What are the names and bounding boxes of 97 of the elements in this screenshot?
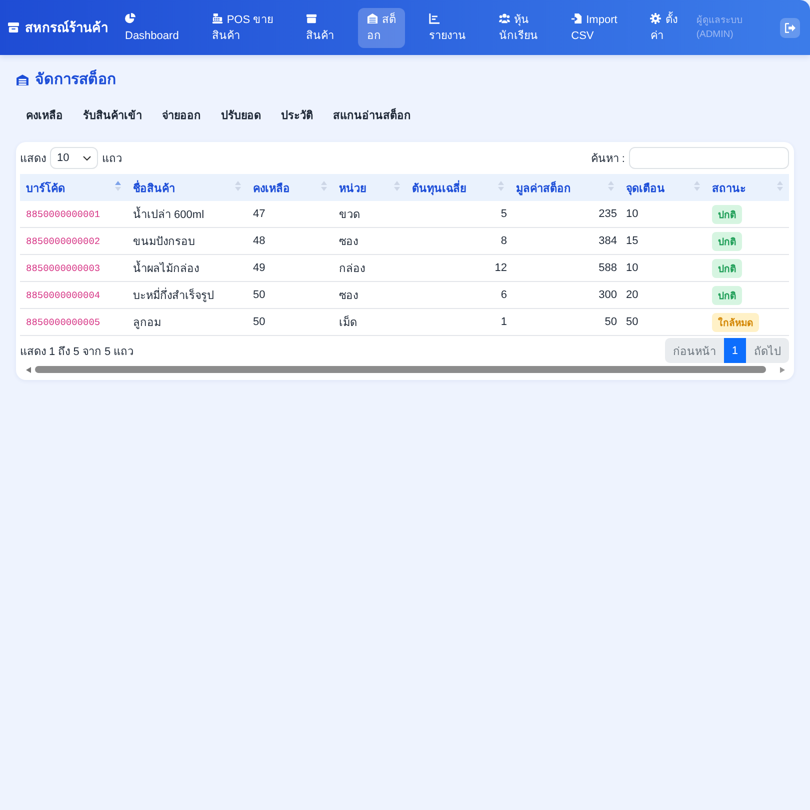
barcode-cell: 8850000000005 bbox=[20, 308, 127, 336]
table-cell: 10 bbox=[620, 201, 706, 228]
table-cell: เม็ด bbox=[333, 308, 406, 336]
page-size-select[interactable]: 10 bbox=[50, 147, 98, 169]
stock-tab[interactable]: รับสินค้าเข้า bbox=[73, 104, 152, 128]
page-title: จัดการสต็อก bbox=[35, 69, 116, 90]
box-icon bbox=[306, 12, 318, 24]
table-cell: ซอง bbox=[333, 228, 406, 254]
scrollbar-thumb[interactable] bbox=[35, 366, 766, 373]
table-cell: ลูกอม bbox=[127, 308, 247, 336]
stock-tab[interactable]: ประวัติ bbox=[271, 104, 323, 128]
warehouse-icon bbox=[367, 12, 378, 24]
table-cell: ซอง bbox=[333, 282, 406, 308]
pagination-button[interactable]: 1 bbox=[724, 338, 746, 363]
stock-tab[interactable]: สแกนอ่านสต็อก bbox=[323, 104, 421, 128]
search-field[interactable] bbox=[629, 147, 789, 169]
table-cell: 5 bbox=[406, 201, 510, 228]
cash-register-icon bbox=[212, 12, 223, 24]
sort-icon[interactable] bbox=[608, 180, 614, 190]
table-cell: ขวด bbox=[333, 201, 406, 228]
status-badge: ปกติ bbox=[712, 204, 742, 224]
search-label: ค้นหา : bbox=[590, 152, 625, 167]
chevron-down-icon bbox=[83, 156, 91, 160]
table-cell: 588 bbox=[510, 254, 620, 282]
column-header[interactable]: สถานะ bbox=[706, 174, 789, 201]
table-cell: 20 bbox=[620, 282, 706, 308]
scroll-left-icon[interactable] bbox=[26, 366, 31, 372]
column-header[interactable]: ต้นทุนเฉลี่ย bbox=[406, 174, 510, 201]
barcode-cell: 8850000000002 bbox=[20, 228, 127, 254]
sort-icon[interactable] bbox=[694, 180, 700, 190]
stock-tab[interactable]: ปรับยอด bbox=[211, 104, 271, 128]
archive-box-icon bbox=[8, 22, 19, 33]
table-cell: 12 bbox=[406, 254, 510, 282]
table-cell: 384 bbox=[510, 228, 620, 254]
table-cell: 300 bbox=[510, 282, 620, 308]
stock-tab[interactable]: คงเหลือ bbox=[16, 104, 73, 128]
nav-item[interactable]: สต็ อก bbox=[358, 8, 406, 48]
status-badge: ปกติ bbox=[712, 286, 742, 304]
table-cell: บะหมี่กึ่งสำเร็จรูป bbox=[127, 282, 247, 308]
sort-icon[interactable] bbox=[777, 180, 783, 190]
table-cell: 47 bbox=[247, 201, 333, 228]
length-label: แถว bbox=[102, 152, 122, 167]
users-icon bbox=[499, 12, 510, 24]
sort-icon[interactable] bbox=[321, 180, 327, 190]
pie-chart-icon bbox=[125, 12, 136, 24]
sort-icon[interactable] bbox=[115, 180, 121, 190]
column-header[interactable]: จุดเตือน bbox=[620, 174, 706, 201]
table-cell: น้ำผลไม้กล่อง bbox=[127, 254, 247, 282]
column-header[interactable]: คงเหลือ bbox=[247, 174, 333, 201]
table-cell: 50 bbox=[510, 308, 620, 336]
column-header[interactable]: มูลค่าสต็อก bbox=[510, 174, 620, 201]
nav-item[interactable]: ตั้ง ค่า bbox=[641, 8, 686, 48]
file-import-icon bbox=[571, 12, 582, 24]
barcode-cell: 8850000000001 bbox=[20, 201, 127, 228]
nav-item[interactable]: รายงาน bbox=[420, 8, 476, 48]
warehouse-icon bbox=[16, 74, 29, 86]
stock-tab[interactable]: จ่ายออก bbox=[152, 104, 211, 128]
logout-icon bbox=[784, 22, 796, 32]
table-cell: 50 bbox=[620, 308, 706, 336]
barcode-cell: 8850000000003 bbox=[20, 254, 127, 282]
table-cell: ขนมปังกรอบ bbox=[127, 228, 247, 254]
table-cell: น้ำเปล่า 600ml bbox=[127, 201, 247, 228]
status-badge: ปกติ bbox=[712, 258, 742, 278]
status-badge: ปกติ bbox=[712, 232, 742, 250]
logout-button[interactable] bbox=[780, 18, 800, 38]
sort-icon[interactable] bbox=[235, 180, 241, 190]
nav-item[interactable]: สินค้า bbox=[297, 8, 344, 48]
nav-item[interactable]: Import CSV bbox=[562, 8, 626, 48]
bar-chart-icon bbox=[429, 12, 440, 24]
gear-icon bbox=[650, 12, 662, 24]
brand-name: สหกรณ์ร้านค้า bbox=[25, 19, 108, 37]
scroll-right-icon[interactable] bbox=[780, 366, 785, 372]
table-cell: 49 bbox=[247, 254, 333, 282]
table-cell: 15 bbox=[620, 228, 706, 254]
column-header[interactable]: ชื่อสินค้า bbox=[127, 174, 247, 201]
brand-link[interactable]: สหกรณ์ร้านค้า bbox=[8, 17, 108, 38]
table-cell: 50 bbox=[247, 282, 333, 308]
nav-item[interactable]: POS ขาย สินค้า bbox=[202, 8, 282, 48]
table-cell: 8 bbox=[406, 228, 510, 254]
barcode-cell: 8850000000004 bbox=[20, 282, 127, 308]
table-cell: 1 bbox=[406, 308, 510, 336]
sort-icon[interactable] bbox=[394, 180, 400, 190]
table-cell: 48 bbox=[247, 228, 333, 254]
table-cell: กล่อง bbox=[333, 254, 406, 282]
nav-item[interactable]: Dashboard bbox=[116, 8, 188, 48]
column-header[interactable]: หน่วย bbox=[333, 174, 406, 201]
length-label: แสดง bbox=[20, 152, 46, 167]
user-role: ผู้ดูแลระบบ (ADMIN) bbox=[696, 14, 742, 42]
table-cell: 50 bbox=[247, 308, 333, 336]
table-cell: 6 bbox=[406, 282, 510, 308]
table-cell: 235 bbox=[510, 201, 620, 228]
nav-item[interactable]: หุ้น นักเรียน bbox=[490, 8, 548, 48]
table-info: แสดง 1 ถึง 5 จาก 5 แถว bbox=[20, 344, 134, 360]
table-cell: 10 bbox=[620, 254, 706, 282]
sort-icon[interactable] bbox=[498, 180, 504, 190]
column-header[interactable]: บาร์โค้ด bbox=[20, 174, 127, 201]
status-badge: ใกล้หมด bbox=[712, 312, 759, 332]
